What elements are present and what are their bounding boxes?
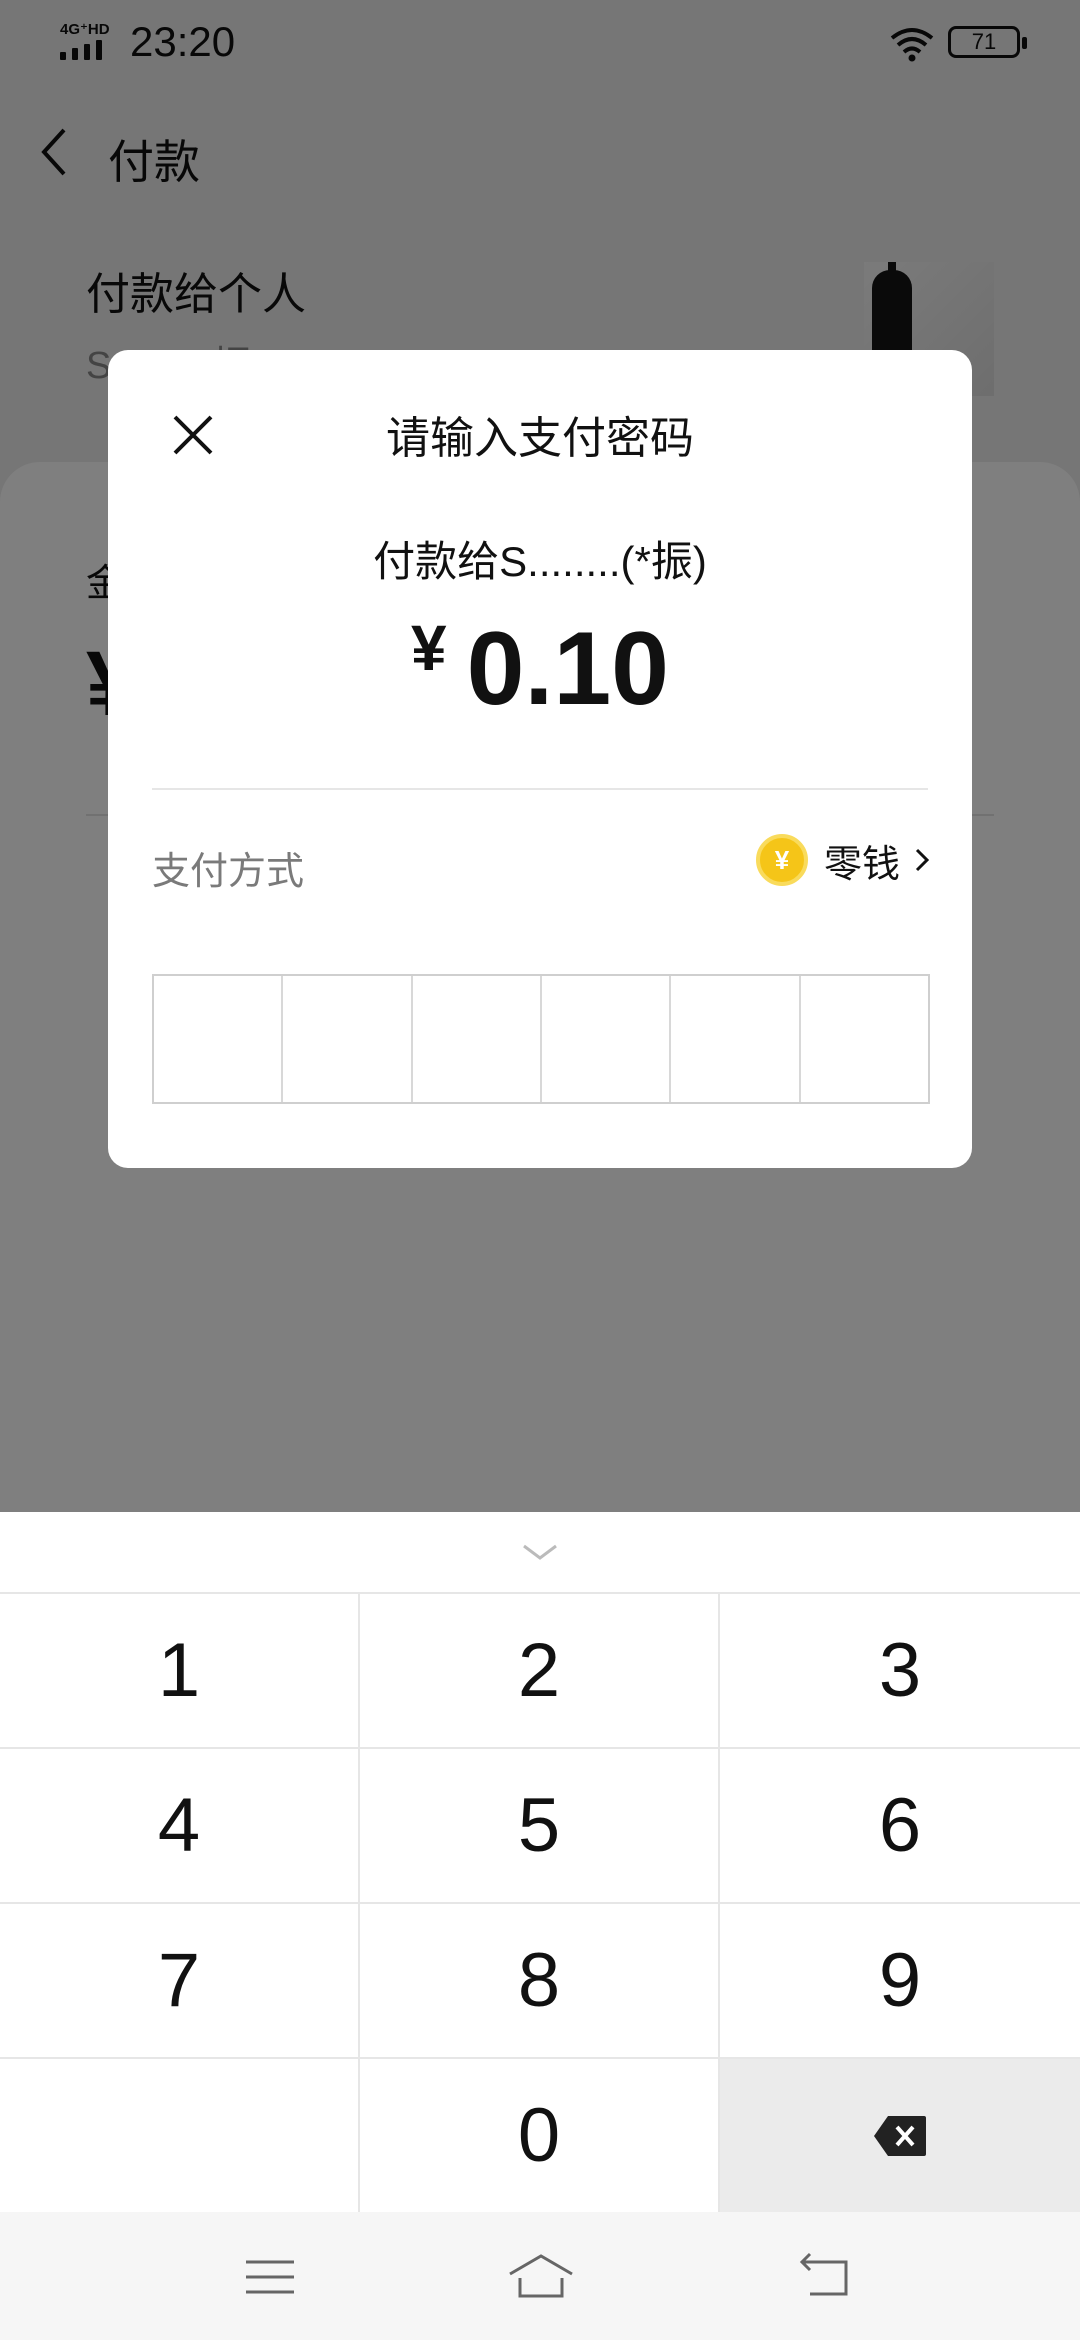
pin-digit-box [154, 976, 284, 1102]
pin-digit-box [801, 976, 928, 1102]
chevron-right-icon [915, 848, 930, 872]
keypad-grid: 1 2 3 4 5 6 7 8 9 0 [0, 1594, 1080, 2214]
menu-icon[interactable] [240, 2252, 300, 2302]
currency-symbol: ¥ [410, 612, 447, 684]
dialog-payee: 付款给S........(*振) [373, 538, 707, 585]
password-input[interactable] [152, 974, 930, 1104]
key-9[interactable]: 9 [720, 1904, 1080, 2059]
payment-amount: ¥0.10 [108, 610, 972, 729]
key-0[interactable]: 0 [360, 2059, 720, 2214]
key-6[interactable]: 6 [720, 1749, 1080, 1904]
key-4[interactable]: 4 [0, 1749, 360, 1904]
pin-digit-box [542, 976, 672, 1102]
home-icon[interactable] [506, 2252, 576, 2302]
numeric-keypad: 1 2 3 4 5 6 7 8 9 0 [0, 1512, 1080, 2214]
key-7[interactable]: 7 [0, 1904, 360, 2059]
backspace-icon [874, 2115, 926, 2156]
key-5[interactable]: 5 [360, 1749, 720, 1904]
key-1[interactable]: 1 [0, 1594, 360, 1749]
collapse-keypad-button[interactable] [0, 1512, 1080, 1594]
key-3[interactable]: 3 [720, 1594, 1080, 1749]
chevron-down-icon [523, 1544, 557, 1560]
pin-digit-box [671, 976, 801, 1102]
payment-method-selector[interactable]: ¥ 零钱 [755, 832, 932, 888]
coin-icon: ¥ [755, 834, 808, 886]
pin-digit-box [413, 976, 542, 1102]
pin-digit-box [283, 976, 413, 1102]
return-icon[interactable] [794, 2252, 854, 2302]
amount-value: 0.10 [466, 611, 669, 727]
divider [152, 788, 928, 790]
system-navigation-bar [0, 2212, 1080, 2340]
payment-method-label: 支付方式 [152, 851, 305, 893]
key-8[interactable]: 8 [360, 1904, 720, 2059]
key-2[interactable]: 2 [360, 1594, 720, 1749]
payment-method-name: 零钱 [823, 843, 900, 886]
key-blank [0, 2059, 360, 2214]
dialog-title: 请输入支付密码 [386, 414, 694, 463]
payment-password-dialog: 请输入支付密码 付款给S........(*振) ¥0.10 支付方式 ¥ 零钱 [108, 350, 972, 1168]
delete-key[interactable] [720, 2059, 1080, 2214]
